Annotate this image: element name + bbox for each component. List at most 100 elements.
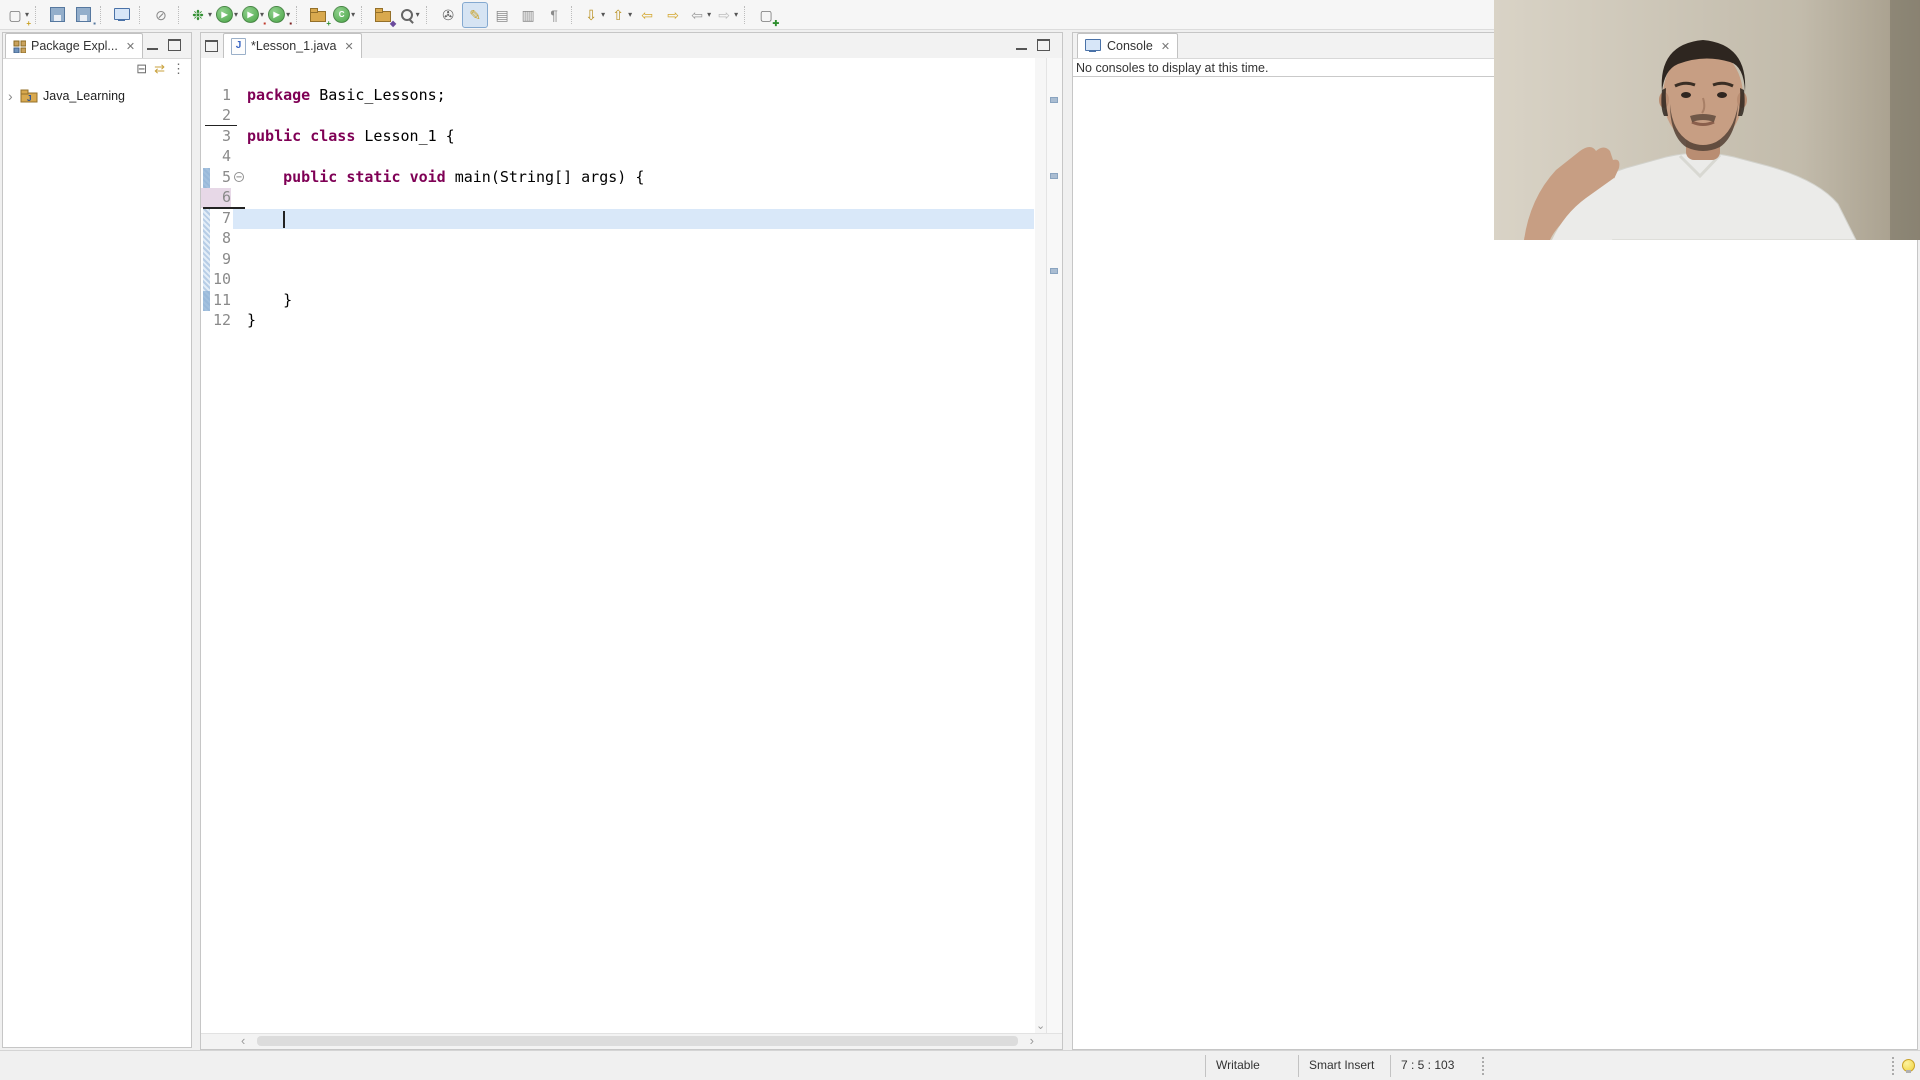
- toolbar-separator: [426, 5, 431, 24]
- mark-occurrences-button[interactable]: ✎: [462, 1, 489, 28]
- new-java-project-button[interactable]: +: [306, 3, 332, 28]
- pin-editor-button[interactable]: ▢ ✚: [754, 3, 780, 28]
- open-resource-button[interactable]: ◆: [371, 3, 396, 27]
- new-wizard-button[interactable]: ▢ + ▾: [5, 3, 31, 28]
- toolbar-separator: [571, 5, 576, 24]
- next-annotation-button[interactable]: ⇩ ▾: [581, 3, 606, 27]
- scroll-left-icon[interactable]: ‹: [241, 1034, 245, 1048]
- package-explorer-minmax: [147, 39, 181, 51]
- coverage-icon: ▶: [268, 6, 286, 23]
- scroll-right-icon[interactable]: ›: [1030, 1034, 1034, 1048]
- tree-item-java-learning[interactable]: › J Java_Learning: [3, 87, 125, 105]
- show-whitespace-button[interactable]: ▤: [490, 3, 514, 27]
- save-button[interactable]: [45, 3, 69, 27]
- ruler-annotation-mark[interactable]: [1050, 173, 1058, 179]
- minimize-icon[interactable]: [1016, 39, 1027, 50]
- chevron-down-icon[interactable]: ▾: [601, 10, 605, 19]
- tab-lesson1-java[interactable]: J *Lesson_1.java ✕: [223, 33, 362, 58]
- maximize-icon[interactable]: [1037, 39, 1050, 51]
- chevron-down-icon[interactable]: ▾: [734, 10, 738, 19]
- editor-body[interactable]: − 1 package Basic_Lessons; 2 3 public class …: [201, 58, 1062, 1034]
- open-console-button[interactable]: [110, 3, 134, 27]
- pilcrow-icon: ¶: [550, 6, 558, 23]
- code-line-11[interactable]: }: [247, 291, 292, 311]
- collapse-all-icon[interactable]: ⊟: [136, 61, 147, 77]
- block-selection-button[interactable]: ▥: [516, 3, 540, 27]
- presenter-video: [1494, 0, 1920, 240]
- last-edit-location-button[interactable]: ⇦: [635, 3, 659, 27]
- code-line-3[interactable]: public class Lesson_1 {: [247, 127, 455, 147]
- scroll-down-icon[interactable]: ⌄: [1036, 1019, 1045, 1032]
- fold-collapse-icon[interactable]: −: [234, 171, 244, 182]
- debug-button[interactable]: ❉ ▾: [188, 3, 213, 27]
- new-project-icon-badge: +: [326, 18, 332, 28]
- pilcrow-button[interactable]: ¶: [542, 3, 566, 27]
- chevron-down-icon[interactable]: ▾: [286, 10, 290, 19]
- back-button[interactable]: ⇦ ▾: [687, 3, 712, 27]
- run-last-button[interactable]: ▶ ▪ ▾: [241, 3, 267, 28]
- run-icon: ▶: [216, 6, 234, 23]
- chevron-down-icon[interactable]: ▾: [351, 10, 355, 19]
- open-task-button[interactable]: ✇: [436, 3, 460, 27]
- toolbar-separator: [178, 5, 183, 24]
- horizontal-scroll-thumb[interactable]: [257, 1036, 1018, 1046]
- code-line-12[interactable]: }: [247, 311, 256, 331]
- coverage-button[interactable]: ▶ ▪ ▾: [267, 3, 292, 27]
- link-with-editor-icon[interactable]: ⇄: [154, 61, 165, 77]
- toolbar-separator: [35, 5, 40, 24]
- drag-handle-icon: [1892, 1057, 1894, 1075]
- highlighter-icon: ✎: [469, 6, 481, 23]
- line-number-1: 1: [221, 86, 231, 104]
- ruler-annotation-mark[interactable]: [1050, 268, 1058, 274]
- chevron-down-icon[interactable]: ▾: [234, 10, 238, 19]
- toolbar-separator: [744, 5, 749, 24]
- minimize-icon[interactable]: [147, 39, 158, 50]
- eclipse-window: ▢ + ▾ ▪ ⊘ ❉ ▾ ▶ ▾ ▶ ▪ ▾ ▶ ▪ ▾ + C ▾ ◆ ▾ ✇ ✎ ▤ ▥ ¶ ⇩ ▾ ⇧ ▾ ⇦ ⇨ ⇦ ▾ ⇨ ▾ ▢ ✚ Pa…: [0, 0, 1920, 1080]
- line-number-12: 12: [212, 310, 231, 329]
- tab-console[interactable]: Console ✕: [1077, 33, 1179, 58]
- chevron-right-icon[interactable]: ›: [8, 88, 20, 104]
- chevron-down-icon[interactable]: ▾: [416, 10, 420, 19]
- chevron-down-icon[interactable]: ▾: [25, 10, 29, 19]
- skip-breakpoints-button[interactable]: ⊘: [149, 3, 173, 27]
- toolbar-separator: [100, 5, 105, 24]
- run-last-icon-badge: ▪: [263, 18, 267, 28]
- new-class-button[interactable]: C ▾: [332, 3, 356, 27]
- chevron-down-icon[interactable]: ▾: [628, 10, 632, 19]
- chevron-down-icon[interactable]: ▾: [208, 10, 212, 19]
- back-arrow-icon: ⇦: [691, 6, 703, 23]
- webcam-overlay: [1494, 0, 1920, 240]
- maximize-icon[interactable]: [168, 39, 181, 51]
- next-edit-location-button[interactable]: ⇨: [661, 3, 685, 27]
- package-explorer-toolbar: ⊟ ⇄ ⋮: [136, 60, 185, 78]
- close-icon[interactable]: ✕: [344, 40, 353, 53]
- previous-annotation-button[interactable]: ⇧ ▾: [608, 3, 633, 27]
- restore-view-icon[interactable]: [205, 40, 218, 52]
- notification-lightbulb-icon[interactable]: [1902, 1059, 1915, 1073]
- save-all-button[interactable]: ▪: [71, 3, 97, 28]
- overview-ruler[interactable]: [1046, 58, 1062, 1034]
- close-icon[interactable]: ✕: [126, 40, 135, 53]
- run-button[interactable]: ▶ ▾: [215, 3, 239, 27]
- line-number-3: 3: [221, 126, 231, 145]
- code-line-1[interactable]: package Basic_Lessons;: [247, 86, 446, 106]
- last-edit-arrow-icon: ⇦: [641, 6, 653, 23]
- save-all-icon-badge: ▪: [93, 18, 97, 28]
- horizontal-scrollbar[interactable]: ‹ ›: [201, 1033, 1062, 1049]
- run-last-icon: ▶: [242, 6, 260, 23]
- code-token: Basic_Lessons;: [310, 86, 446, 104]
- close-icon[interactable]: ✕: [1161, 40, 1170, 53]
- search-button[interactable]: ▾: [397, 3, 421, 27]
- tab-package-explorer[interactable]: Package Expl... ✕: [5, 33, 144, 58]
- text-caret: [283, 210, 285, 228]
- code-line-5[interactable]: public static void main(String[] args) {: [247, 168, 644, 188]
- chevron-down-icon[interactable]: ▾: [707, 10, 711, 19]
- keyword-token: static: [346, 167, 401, 186]
- chevron-down-icon[interactable]: ▾: [260, 10, 264, 19]
- status-cursor-position: 7 : 5 : 103: [1401, 1058, 1455, 1072]
- forward-button[interactable]: ⇨ ▾: [714, 3, 739, 27]
- ruler-annotation-mark[interactable]: [1050, 97, 1058, 103]
- view-menu-icon[interactable]: ⋮: [172, 61, 185, 77]
